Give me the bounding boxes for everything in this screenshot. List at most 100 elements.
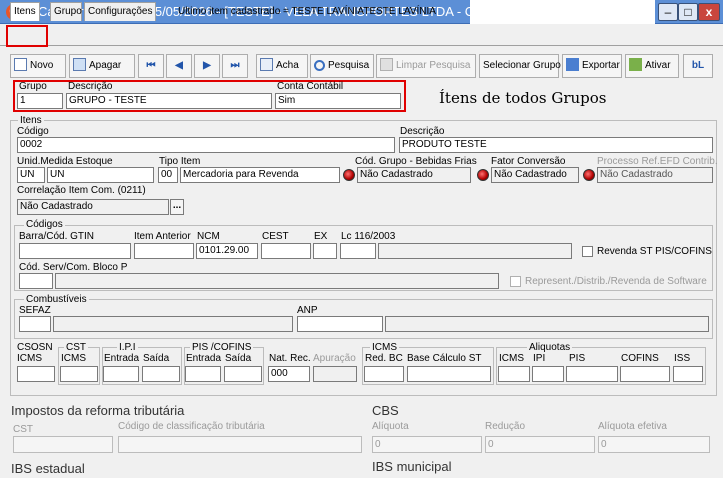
lc116-desc-field[interactable]: [378, 243, 572, 259]
ex-label: EX: [314, 231, 328, 242]
extra-button[interactable]: bL: [683, 54, 713, 78]
cbs-aliquota-field[interactable]: 0: [372, 436, 482, 453]
ex-field[interactable]: [313, 243, 337, 259]
nat-rec-field[interactable]: 000: [268, 366, 310, 382]
apuracao-field[interactable]: [313, 366, 357, 382]
ipi-saida-field[interactable]: [142, 366, 180, 382]
csosn-icms-label: ICMS: [17, 353, 42, 364]
cod-serv-desc-field[interactable]: [55, 273, 499, 289]
cbs-reducao-field[interactable]: 0: [485, 436, 595, 453]
ipi-legend: I.P.I: [117, 342, 138, 353]
cest-field[interactable]: [261, 243, 311, 259]
last-item-text: Ultimo item cadastrado = TESTE LAVÍNIATE…: [178, 6, 436, 17]
next-record-button[interactable]: ▶: [194, 54, 220, 78]
aliq-ipi-field[interactable]: [532, 366, 564, 382]
cst-icms-field[interactable]: [60, 366, 98, 382]
conta-contabil-field[interactable]: Sim: [275, 93, 401, 109]
reforma-class-field[interactable]: [118, 436, 362, 453]
anp-code-field[interactable]: [297, 316, 383, 332]
grupo-field[interactable]: 1: [17, 93, 63, 109]
cbs-reducao-label: Redução: [485, 421, 526, 432]
status-led-icon[interactable]: [583, 169, 595, 181]
cod-grupo-bebidas-field[interactable]: Não Cadastrado: [357, 167, 471, 183]
aliq-iss-field[interactable]: [673, 366, 703, 382]
pesquisa-label: Pesquisa: [328, 60, 370, 71]
close-button[interactable]: x: [698, 3, 720, 21]
tab-configuracoes[interactable]: Configurações: [84, 2, 156, 21]
codigos-legend: Códigos: [24, 219, 65, 230]
grupo-descricao-field[interactable]: GRUPO - TESTE: [66, 93, 272, 109]
sefaz-desc-field[interactable]: [53, 316, 293, 332]
selecionar-grupo-button[interactable]: Selecionar Grupo: [479, 54, 561, 78]
prev-record-button[interactable]: ◀: [166, 54, 192, 78]
status-led-icon[interactable]: [477, 169, 489, 181]
cbs-aliquota-label: Alíquota: [372, 421, 409, 432]
tipo-item-code-field[interactable]: 00: [158, 167, 178, 183]
tipo-item-desc-field[interactable]: Mercadoria para Revenda: [180, 167, 340, 183]
reforma-cst-field[interactable]: [13, 436, 113, 453]
last-record-button[interactable]: ⏭: [222, 54, 248, 78]
sefaz-code-field[interactable]: [19, 316, 51, 332]
fator-conversao-field[interactable]: Não Cadastrado: [491, 167, 579, 183]
acha-button[interactable]: Acha: [256, 54, 308, 78]
minimize-button[interactable]: –: [658, 3, 678, 21]
tab-itens[interactable]: Itens: [10, 2, 40, 21]
limpar-pesquisa-button[interactable]: Limpar Pesquisa: [376, 54, 476, 78]
red-bc-field[interactable]: [364, 366, 404, 382]
novo-button[interactable]: Novo: [10, 54, 66, 78]
ativar-button[interactable]: Ativar: [625, 54, 679, 78]
item-anterior-field[interactable]: [134, 243, 194, 259]
nat-rec-label: Nat. Rec.: [269, 353, 311, 364]
apuracao-label: Apuração: [313, 353, 356, 364]
ipi-saida-label: Saída: [143, 353, 170, 364]
lc116-code-field[interactable]: [340, 243, 376, 259]
last-icon: ⏭: [230, 60, 240, 71]
anp-desc-field[interactable]: [385, 316, 709, 332]
base-calculo-st-field[interactable]: [407, 366, 491, 382]
processo-ref-field[interactable]: Não Cadastrado: [597, 167, 713, 183]
descricao-field[interactable]: PRODUTO TESTE: [399, 137, 713, 153]
new-document-icon: [14, 58, 27, 71]
cbs-efetiva-field[interactable]: 0: [598, 436, 710, 453]
codigo-field[interactable]: 0002: [17, 137, 395, 153]
ipi-entrada-field[interactable]: [103, 366, 139, 382]
pis-entrada-field[interactable]: [185, 366, 221, 382]
represent-checkbox[interactable]: [510, 276, 521, 287]
pis-saida-label: Saída: [225, 353, 252, 364]
apagar-button[interactable]: Apagar: [69, 54, 135, 78]
csosn-icms-field[interactable]: [17, 366, 55, 382]
combustiveis-legend: Combustíveis: [24, 294, 89, 305]
unid-code-field[interactable]: UN: [17, 167, 45, 183]
aliq-cofins-field[interactable]: [620, 366, 670, 382]
cod-serv-code-field[interactable]: [19, 273, 53, 289]
revenda-st-checkbox[interactable]: [582, 246, 593, 257]
reforma-cst-label: CST: [13, 424, 33, 435]
aliq-pis-field[interactable]: [566, 366, 618, 382]
ncm-field[interactable]: 0101.29.00: [196, 243, 258, 259]
correlacao-field[interactable]: Não Cadastrado: [17, 199, 169, 215]
search-icon: [314, 60, 325, 71]
tab-grupo[interactable]: Grupo: [50, 2, 82, 21]
icms-legend: ICMS: [370, 342, 399, 353]
exportar-button[interactable]: Exportar: [562, 54, 622, 78]
aliq-ipi-label: IPI: [533, 353, 546, 364]
pis-saida-field[interactable]: [224, 366, 262, 382]
base-calculo-st-label: Base Cálculo ST: [407, 353, 482, 364]
limpar-label: Limpar Pesquisa: [396, 60, 471, 71]
first-record-button[interactable]: ⏮: [138, 54, 164, 78]
ibs-estadual-title: IBS estadual: [11, 461, 85, 476]
conta-contabil-label: Conta Contábil: [277, 81, 344, 92]
barra-gtin-field[interactable]: [19, 243, 131, 259]
maximize-button[interactable]: □: [678, 3, 698, 21]
pesquisa-button[interactable]: Pesquisa: [310, 54, 374, 78]
cst-icms-label: ICMS: [61, 353, 86, 364]
group-heading: Ítens de todos Grupos: [439, 89, 607, 107]
status-led-icon[interactable]: [343, 169, 355, 181]
cst-legend: CST: [64, 342, 88, 353]
unid-desc-field[interactable]: UN: [47, 167, 154, 183]
aliquotas-legend: Aliquotas: [527, 342, 573, 353]
red-bc-label: Red. BC: [365, 353, 403, 364]
exportar-label: Exportar: [582, 60, 620, 71]
aliq-icms-field[interactable]: [498, 366, 530, 382]
correlacao-browse-button[interactable]: ...: [170, 199, 184, 215]
